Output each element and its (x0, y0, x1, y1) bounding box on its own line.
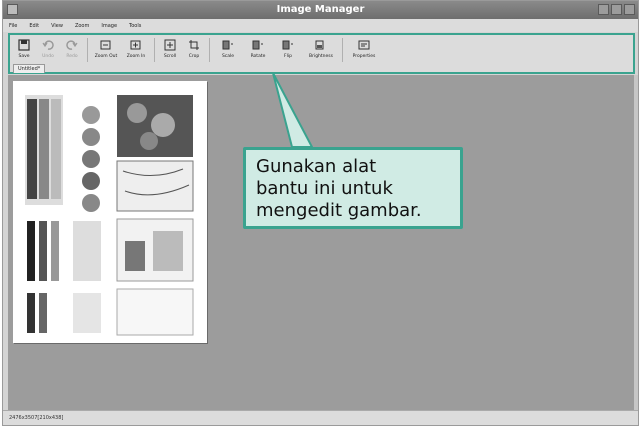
toolbar-separator (154, 38, 155, 62)
menu-view[interactable]: View (45, 19, 69, 32)
callout-line-2: bantu ini untuk (256, 178, 393, 199)
redo-button[interactable]: Redo (61, 36, 83, 64)
zoom-out-label: Zoom Out (94, 54, 118, 59)
properties-label: Properties (352, 54, 376, 59)
minimize-button[interactable] (598, 4, 609, 15)
scroll-button[interactable]: Scroll (159, 36, 181, 64)
toolbar-separator (342, 38, 343, 62)
brightness-label: Brightness (309, 54, 333, 59)
menu-zoom[interactable]: Zoom (69, 19, 95, 32)
brightness-icon (315, 39, 327, 51)
zoom-in-button[interactable]: Zoom In (122, 36, 150, 64)
scroll-label: Scroll (163, 54, 177, 59)
zoom-out-button[interactable]: Zoom Out (92, 36, 120, 64)
title-bar[interactable]: Image Manager (3, 1, 638, 19)
status-text: 2476x3507[210x438] (9, 415, 64, 421)
save-button[interactable]: Save (13, 36, 35, 64)
crop-button[interactable]: Crop (183, 36, 205, 64)
document-tabs: Untitled* (13, 64, 46, 73)
vertical-scrollbar[interactable] (634, 75, 638, 411)
window-title: Image Manager (276, 4, 365, 15)
toolbar-highlight: Save Undo Redo Zoom Out Zoom In Scroll C… (8, 33, 635, 74)
properties-button[interactable]: Properties (347, 36, 381, 64)
image-canvas[interactable] (8, 75, 635, 411)
toolbar-separator (87, 38, 88, 62)
zoom-in-icon (130, 39, 142, 51)
menu-tools[interactable]: Tools (123, 19, 147, 32)
close-button[interactable] (624, 4, 635, 15)
undo-icon (42, 39, 54, 51)
redo-icon (66, 39, 78, 51)
maximize-button[interactable] (611, 4, 622, 15)
save-label: Save (18, 54, 30, 59)
properties-icon (358, 39, 370, 51)
callout-line-3: mengedit gambar. (256, 200, 422, 221)
brightness-button[interactable]: Brightness (304, 36, 338, 64)
scale-button[interactable]: Scale (214, 36, 242, 64)
redo-label: Redo (66, 54, 78, 59)
menu-image[interactable]: Image (95, 19, 123, 32)
crop-label: Crop (188, 54, 200, 59)
tab-untitled[interactable]: Untitled* (13, 64, 46, 73)
flip-button[interactable]: Flip (274, 36, 302, 64)
save-icon (18, 39, 30, 51)
test-chart-image (25, 95, 194, 336)
status-bar: 2476x3507[210x438] (3, 410, 638, 425)
rotate-icon (252, 39, 264, 51)
menu-bar: File Edit View Zoom Image Tools (3, 19, 638, 32)
undo-label: Undo (42, 54, 54, 59)
callout-box: Gunakan alat bantu ini untuk mengedit ga… (243, 147, 463, 229)
flip-icon (282, 39, 294, 51)
zoom-out-icon (100, 39, 112, 51)
crop-icon (188, 39, 200, 51)
toolbar-separator (209, 38, 210, 62)
document-preview (13, 81, 207, 343)
scale-label: Scale (221, 54, 235, 59)
flip-label: Flip (284, 54, 292, 59)
rotate-label: Rotate (250, 54, 266, 59)
callout-line-1: Gunakan alat (256, 156, 377, 177)
zoom-in-label: Zoom In (126, 54, 146, 59)
toolbar: Save Undo Redo Zoom Out Zoom In Scroll C… (13, 36, 630, 64)
scroll-icon (164, 39, 176, 51)
scale-icon (222, 39, 234, 51)
menu-file[interactable]: File (3, 19, 23, 32)
menu-edit[interactable]: Edit (23, 19, 45, 32)
undo-button[interactable]: Undo (37, 36, 59, 64)
rotate-button[interactable]: Rotate (244, 36, 272, 64)
